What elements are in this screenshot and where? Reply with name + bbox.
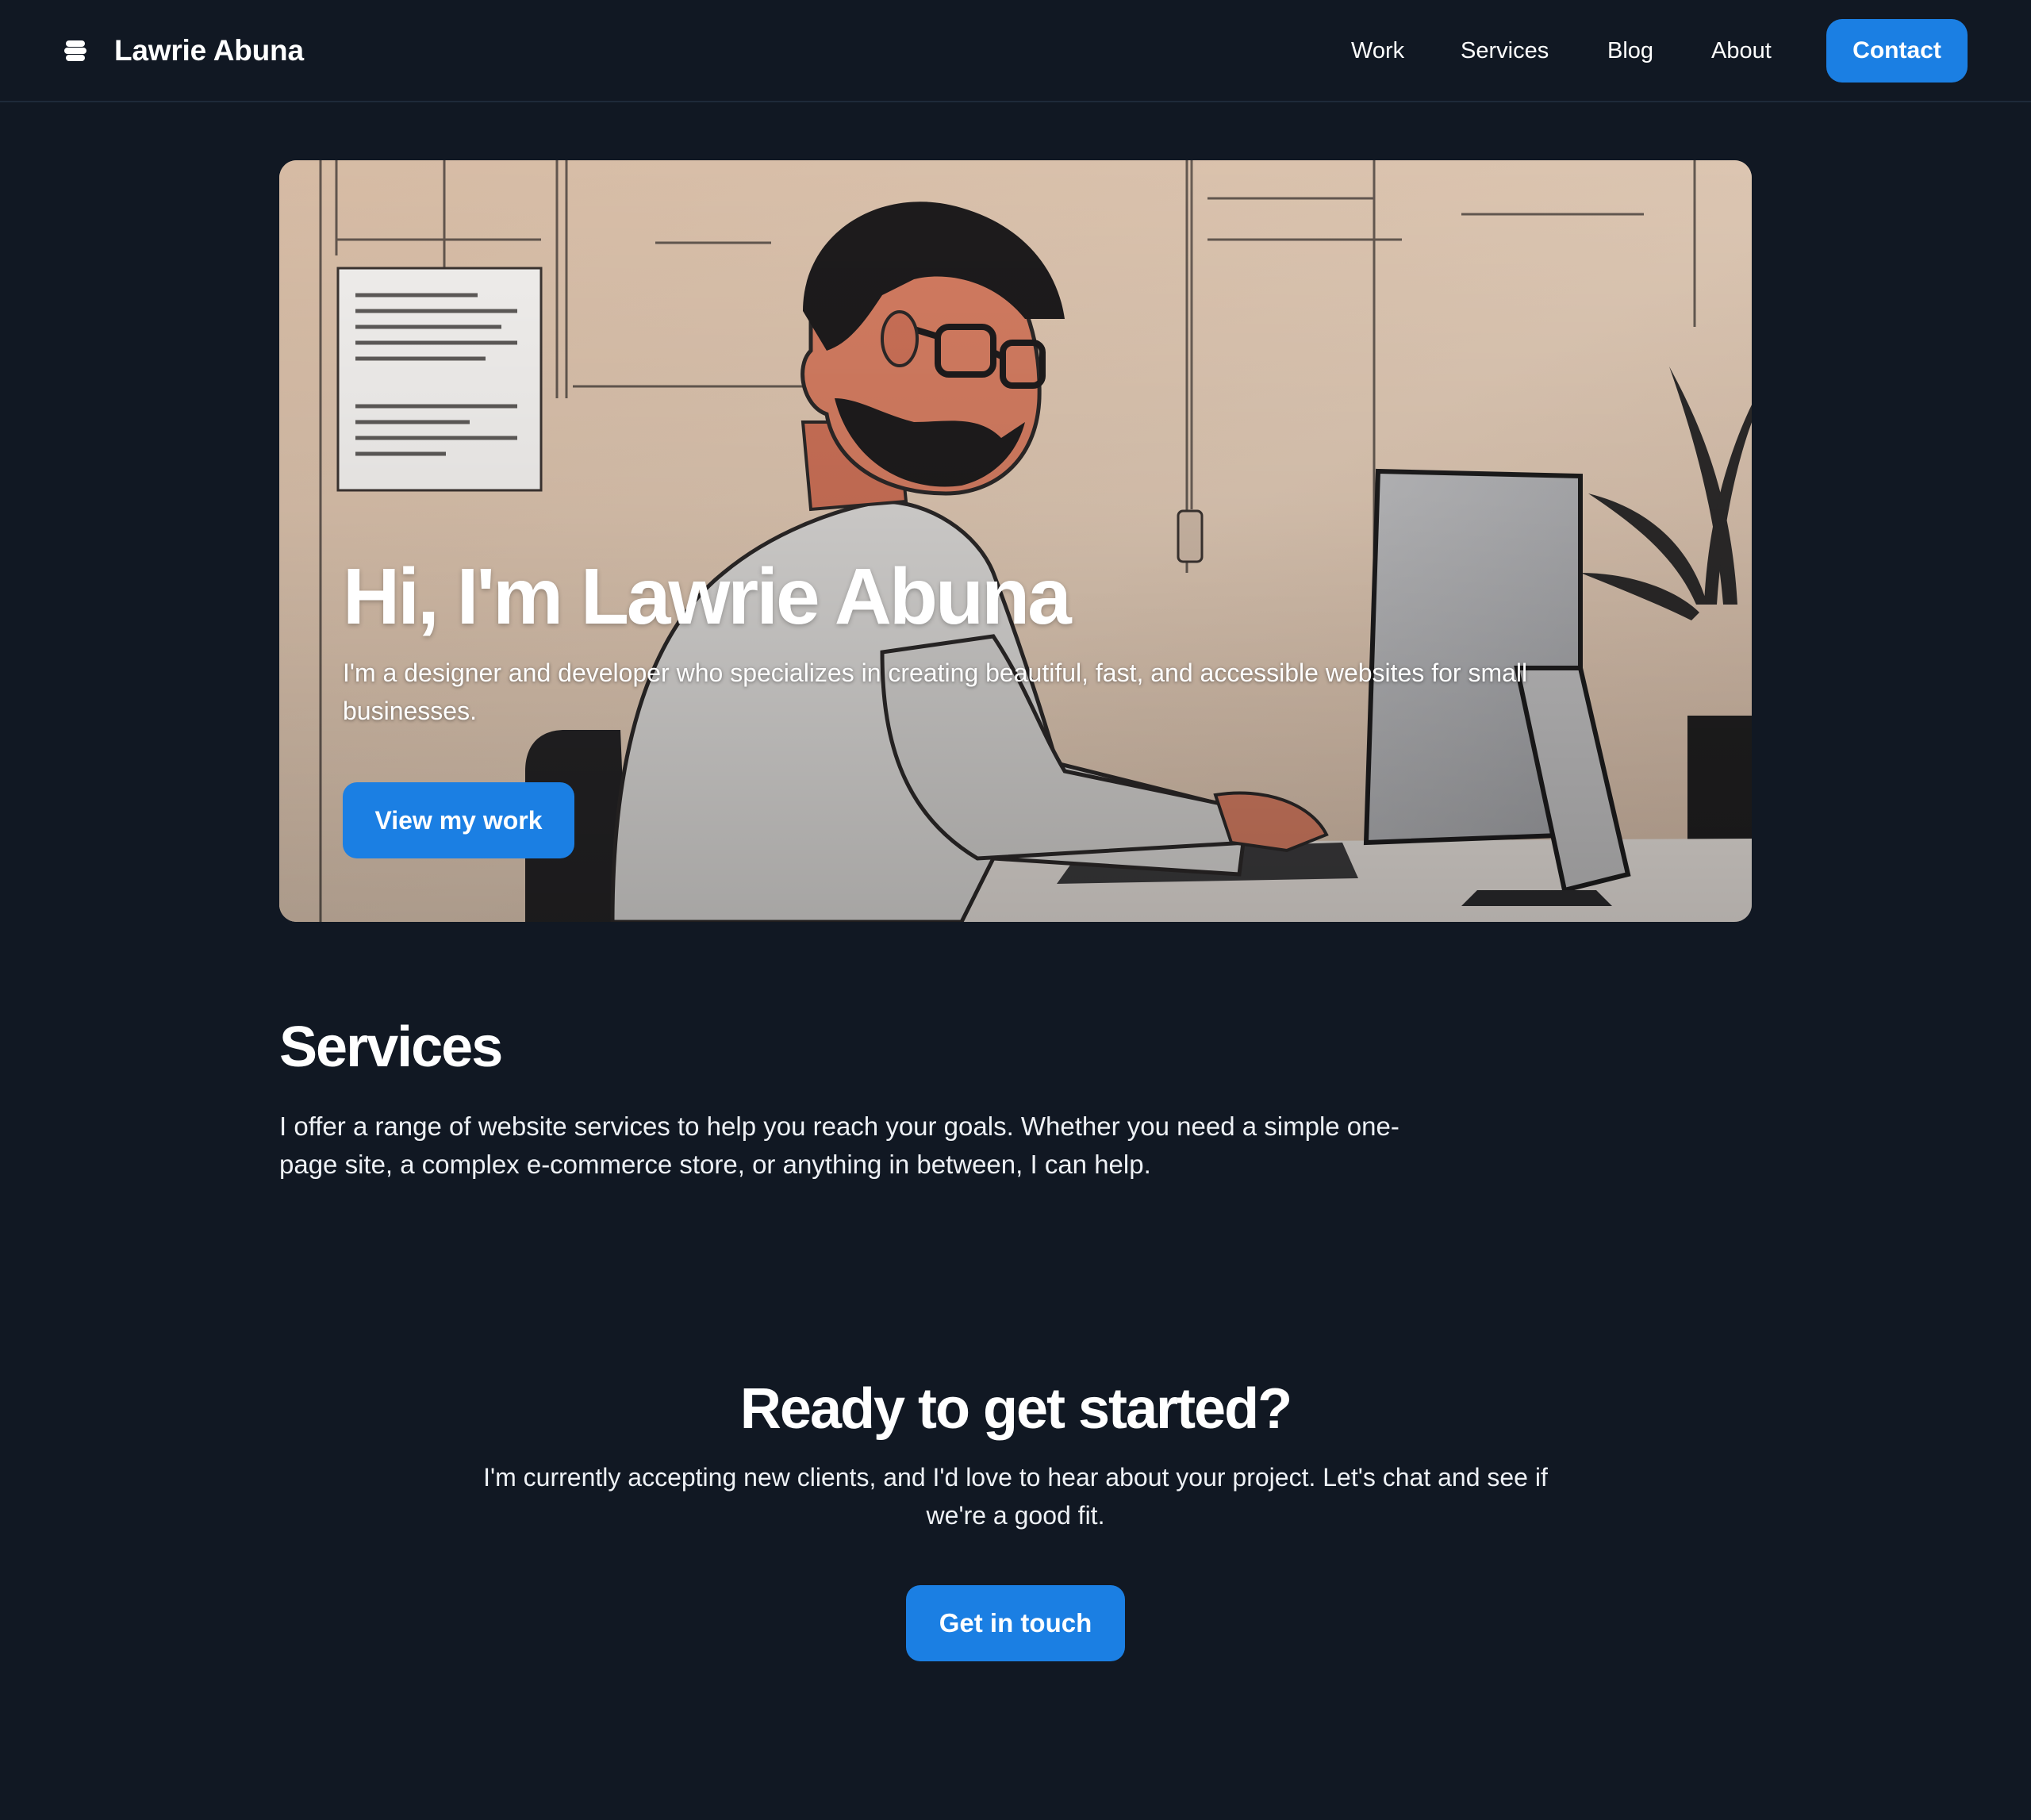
hero-banner: Hi, I'm Lawrie Abuna I'm a designer and …: [279, 160, 1752, 922]
cta-heading: Ready to get started?: [739, 1377, 1292, 1441]
nav-link-work[interactable]: Work: [1351, 35, 1404, 67]
hero-description: I'm a designer and developer who special…: [343, 659, 1528, 725]
cta-description: I'm currently accepting new clients, and…: [483, 1463, 1548, 1530]
nav-link-blog[interactable]: Blog: [1607, 35, 1653, 67]
services-heading: Services: [279, 1016, 503, 1079]
site-header: Lawrie Abuna Work Services Blog About Co…: [0, 0, 2031, 102]
hero-title: Hi, I'm Lawrie Abuna: [343, 552, 1072, 641]
brand[interactable]: Lawrie Abuna: [63, 32, 304, 70]
view-my-work-button[interactable]: View my work: [343, 782, 574, 858]
brand-name: Lawrie Abuna: [114, 34, 304, 67]
contact-button[interactable]: Contact: [1826, 19, 1968, 83]
get-in-touch-button[interactable]: Get in touch: [906, 1585, 1125, 1661]
nav-link-about[interactable]: About: [1711, 35, 1772, 67]
nav-link-services[interactable]: Services: [1461, 35, 1549, 67]
layers-icon: [64, 40, 86, 61]
services-description: I offer a range of website services to h…: [279, 1112, 1399, 1179]
page: Lawrie Abuna Work Services Blog About Co…: [0, 0, 2031, 1820]
